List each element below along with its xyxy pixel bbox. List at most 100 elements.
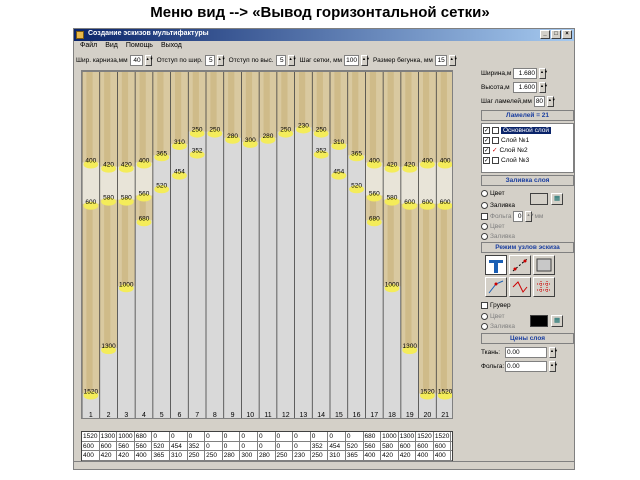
node-tool-grid[interactable] [533,277,555,297]
foil-price-input[interactable]: 0.00 [505,361,547,372]
offset-h-spinner[interactable]: ▲▼ [287,54,297,66]
gruver-color-swatch[interactable] [530,315,549,327]
fill-color-swatch[interactable] [530,193,549,205]
table-cell[interactable]: 352 [188,441,206,450]
color-radio-2[interactable] [481,222,488,230]
table-cell[interactable]: 520 [346,441,364,450]
menu-file[interactable]: Файл [80,42,97,51]
table-cell[interactable]: 300 [240,451,258,460]
table-cell[interactable]: 420 [100,451,118,460]
offset-w-spinner[interactable]: ▲▼ [216,54,226,66]
table-cell[interactable]: 1000 [381,432,399,441]
table-cell[interactable]: 0 [240,441,258,450]
table-cell[interactable]: 580 [381,441,399,450]
table-cell[interactable]: 0 [223,432,241,441]
layer-item[interactable]: ✓ Основной слой [483,125,572,135]
node-tool-line[interactable] [485,277,507,297]
table-cell[interactable]: 1300 [100,432,118,441]
fabric-price-input[interactable]: 0.00 [505,347,547,358]
menu-help[interactable]: Помощь [126,42,153,51]
table-cell[interactable]: 560 [364,441,382,450]
table-cell[interactable]: 680 [135,432,153,441]
sketch-canvas[interactable]: 400 600 1520 1 420 580 1300 2 420 580 1000 3 400 560 6… [81,71,453,419]
table-cell[interactable]: 600 [82,441,100,450]
table-cell[interactable]: 0 [293,432,311,441]
gruver-palette-button[interactable]: ▦ [551,315,564,327]
layer-item[interactable]: ✓ Слой №1 [483,135,572,145]
table-cell[interactable]: 1000 [117,432,135,441]
table-cell[interactable]: 0 [293,441,311,450]
table-cell[interactable]: 0 [258,441,276,450]
palette-button[interactable]: ▦ [551,193,564,205]
gruver-checkbox[interactable] [481,301,488,309]
minimize-button[interactable]: _ [540,30,550,39]
table-cell[interactable]: 600 [399,441,417,450]
lamella-step-input[interactable]: 80 [533,96,545,107]
table-cell[interactable]: 365 [152,451,170,460]
foil-spinner[interactable]: ▲▼ [525,210,534,222]
table-cell[interactable]: 600 [416,441,434,450]
table-cell[interactable]: 0 [205,441,223,450]
table-cell[interactable]: 0 [328,432,346,441]
layer-list[interactable]: ✓ Основной слой ✓ Слой №1 ✓ ✓ Слой №2 ✓ … [481,123,574,173]
slider-size-spinner[interactable]: ▲▼ [448,54,458,66]
foil-price-spinner[interactable]: ▲▼ [549,361,558,372]
layer-visible-checkbox[interactable]: ✓ [483,146,490,154]
table-cell[interactable]: 560 [135,441,153,450]
table-cell[interactable]: 420 [399,451,417,460]
menu-exit[interactable]: Выход [161,42,182,51]
layer-item[interactable]: ✓ Слой №3 [483,155,572,165]
menu-view[interactable]: Вид [105,42,118,51]
table-cell[interactable]: 230 [293,451,311,460]
color-radio[interactable] [481,189,488,197]
table-cell[interactable]: 352 [311,441,329,450]
table-cell[interactable]: 1300 [399,432,417,441]
table-cell[interactable]: 0 [311,432,329,441]
table-cell[interactable]: 420 [381,451,399,460]
fill-radio-2[interactable] [481,232,488,240]
slider-size-input[interactable]: 15 [434,54,447,66]
table-cell[interactable]: 600 [434,441,452,450]
table-cell[interactable]: 420 [117,451,135,460]
cornice-spinner[interactable]: ▲▼ [144,54,154,66]
table-cell[interactable]: 454 [328,441,346,450]
table-cell[interactable]: 280 [223,451,241,460]
table-cell[interactable]: 0 [346,432,364,441]
layer-visible-checkbox[interactable]: ✓ [483,126,490,134]
table-cell[interactable]: 310 [170,451,188,460]
maximize-button[interactable]: □ [551,30,561,39]
table-cell[interactable]: 280 [258,451,276,460]
width-spinner[interactable]: ▲▼ [539,68,548,79]
table-cell[interactable]: 0 [276,432,294,441]
layer-lock-checkbox[interactable] [492,126,499,134]
table-cell[interactable]: 560 [117,441,135,450]
layer-visible-checkbox[interactable]: ✓ [483,136,490,144]
table-cell[interactable]: 250 [276,451,294,460]
color-radio-3[interactable] [481,312,488,320]
table-cell[interactable]: 0 [170,432,188,441]
cornice-input[interactable]: 40 [129,54,143,66]
layer-lock-checkbox[interactable] [492,156,499,164]
table-cell[interactable]: 0 [223,441,241,450]
height-input[interactable]: 1.600 [513,82,537,93]
grid-step-spinner[interactable]: ▲▼ [361,54,370,66]
layer-item[interactable]: ✓ ✓ Слой №2 [483,145,572,155]
offset-w-input[interactable]: 5 [204,54,215,66]
table-cell[interactable]: 250 [311,451,329,460]
table-cell[interactable]: 1520 [416,432,434,441]
lamella-step-spinner[interactable]: ▲▼ [546,96,556,107]
table-cell[interactable]: 365 [346,451,364,460]
table-cell[interactable]: 0 [276,441,294,450]
table-cell[interactable]: 680 [364,432,382,441]
table-cell[interactable]: 1520 [82,432,100,441]
node-tool-fill[interactable] [533,255,555,275]
table-cell[interactable]: 0 [188,432,206,441]
table-cell[interactable]: 400 [82,451,100,460]
table-cell[interactable]: 310 [328,451,346,460]
table-cell[interactable]: 1520 [434,432,452,441]
table-cell[interactable]: 0 [240,432,258,441]
table-cell[interactable]: 400 [434,451,452,460]
table-cell[interactable]: 250 [205,451,223,460]
foil-checkbox[interactable] [481,212,488,220]
fabric-price-spinner[interactable]: ▲▼ [549,347,558,358]
